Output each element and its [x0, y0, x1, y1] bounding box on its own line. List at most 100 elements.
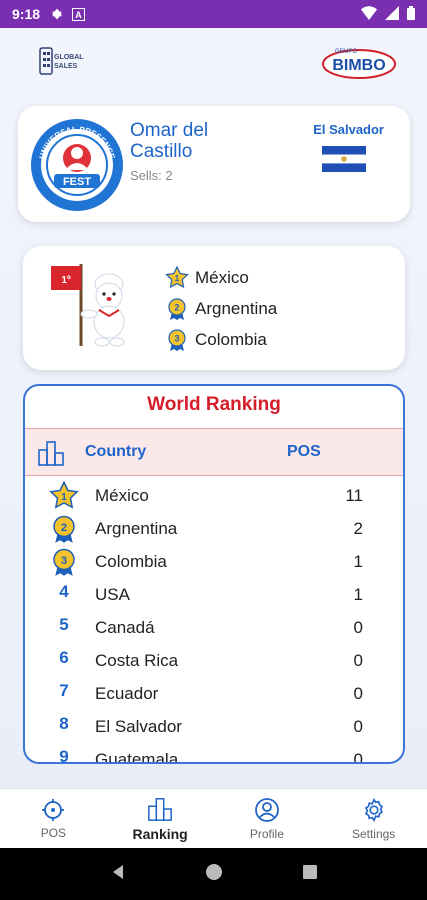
row-pos: 0: [353, 750, 363, 764]
nav-pos[interactable]: POS: [0, 789, 107, 848]
header: GLOBAL SALES GRUPO BIMBO: [0, 28, 427, 98]
podium-card: 1º 1 México 2 Argnentina 3 Colombia: [23, 246, 405, 370]
row-rank: 7: [59, 681, 69, 700]
podium-country: México: [195, 267, 249, 287]
row-pos: 2: [353, 519, 363, 538]
world-ranking-card: World Ranking Country POS 1 México 11 2 …: [23, 384, 405, 764]
badge-bottom-text: FEST: [63, 176, 91, 188]
wifi-icon: [361, 5, 377, 23]
signal-icon: [385, 5, 399, 23]
row-country: Costa Rica: [95, 651, 179, 670]
table-row: 2 Argnentina 2: [25, 513, 403, 546]
gear-icon: [50, 7, 64, 21]
svg-text:GLOBAL: GLOBAL: [54, 54, 84, 61]
podium-country: Argnentina: [195, 298, 278, 318]
notification-a-icon: A: [72, 7, 86, 21]
row-country: Guatemala: [95, 750, 179, 764]
silver-medal-icon: 2: [49, 514, 79, 549]
row-country: México: [95, 486, 149, 505]
user-name: Omar del Castillo: [130, 120, 209, 162]
row-rank: 4: [59, 582, 69, 601]
silver-medal-icon: 2: [165, 297, 189, 321]
bronze-medal-icon: 3: [165, 328, 189, 352]
podium-country: Colombia: [195, 329, 267, 349]
status-bar: 9:18 A: [0, 0, 427, 28]
recents-icon[interactable]: [302, 864, 318, 885]
svg-text:BIMBO: BIMBO: [332, 57, 385, 74]
podium-item: 3 Colombia: [165, 324, 277, 355]
nav-pos-label: POS: [40, 825, 67, 840]
user-circle-icon: [254, 797, 279, 822]
row-pos: 0: [353, 651, 363, 670]
app-content: GLOBAL SALES GRUPO BIMBO FEST UNIVERSAL …: [0, 28, 427, 788]
ranking-title: World Ranking: [147, 394, 281, 415]
svg-text:2: 2: [61, 522, 67, 534]
podium-list: 1 México 2 Argnentina 3 Colombia: [165, 262, 277, 355]
table-row: 3 Colombia 1: [25, 546, 403, 579]
profile-card: FEST UNIVERSAL PRESENCE Omar del Castill…: [18, 106, 410, 222]
row-rank: 9: [59, 747, 69, 764]
svg-text:GRUPO: GRUPO: [335, 49, 357, 55]
row-country: Canadá: [95, 618, 155, 637]
table-row: 6 Costa Rica 0: [25, 645, 403, 678]
table-row: 4 USA 1: [25, 579, 403, 612]
buildings-icon: [148, 797, 173, 821]
gold-star-medal-icon: 1: [165, 265, 189, 290]
status-time: 9:18: [12, 6, 41, 22]
row-country: Argnentina: [95, 519, 178, 538]
back-icon[interactable]: [109, 863, 127, 886]
row-country: El Salvador: [95, 717, 182, 736]
podium-item: 2 Argnentina: [165, 293, 277, 324]
row-pos: 0: [353, 684, 363, 703]
global-sales-logo: GLOBAL SALES: [38, 44, 96, 78]
svg-text:2: 2: [174, 302, 179, 312]
nav-profile-label: Profile: [249, 826, 284, 841]
nav-settings-label: Settings: [351, 826, 396, 841]
nav-ranking[interactable]: Ranking: [107, 789, 214, 848]
header-country: Country: [85, 443, 147, 460]
podium-item: 1 México: [165, 262, 277, 293]
nav-profile[interactable]: Profile: [214, 789, 321, 848]
ranking-table-header: Country POS: [25, 428, 403, 476]
buildings-icon: [37, 440, 65, 471]
svg-text:1: 1: [175, 274, 180, 283]
svg-text:SALES: SALES: [54, 63, 78, 70]
bimbo-logo: GRUPO BIMBO: [321, 42, 397, 87]
row-rank: 5: [59, 615, 69, 634]
table-row: 7 Ecuador 0: [25, 678, 403, 711]
nav-settings[interactable]: Settings: [320, 789, 427, 848]
bottom-navigation: POS Ranking Profile Settings: [0, 788, 427, 848]
row-rank: 6: [59, 648, 69, 667]
row-pos: 11: [345, 486, 363, 505]
el-salvador-flag-icon: [322, 146, 366, 172]
mascot-with-flag-icon: 1º: [47, 258, 147, 355]
svg-text:A: A: [75, 10, 82, 20]
home-icon[interactable]: [205, 863, 223, 886]
header-pos: POS: [287, 443, 321, 460]
row-country: Colombia: [95, 552, 167, 571]
row-country: USA: [95, 585, 130, 604]
row-country: Ecuador: [95, 684, 159, 703]
row-rank: 8: [59, 714, 69, 733]
table-row: 8 El Salvador 0: [25, 711, 403, 744]
svg-text:3: 3: [174, 333, 179, 343]
row-pos: 1: [353, 585, 363, 604]
system-navigation-bar: [0, 848, 427, 900]
user-sells: Sells: 2: [130, 168, 173, 183]
user-country: El Salvador: [313, 122, 384, 137]
table-row: 5 Canadá 0: [25, 612, 403, 645]
svg-text:1: 1: [61, 492, 67, 503]
row-pos: 0: [353, 618, 363, 637]
mascot-flag-label: 1º: [61, 275, 71, 286]
crosshair-icon: [42, 798, 65, 821]
svg-text:3: 3: [61, 555, 67, 567]
nav-ranking-label: Ranking: [132, 825, 188, 842]
table-row: 9 Guatemala 0: [25, 744, 403, 764]
ranking-rows: 1 México 11 2 Argnentina 2 3 Colombia 1: [25, 480, 403, 764]
row-pos: 1: [353, 552, 363, 571]
row-pos: 0: [353, 717, 363, 736]
bronze-medal-icon: 3: [49, 547, 79, 582]
universal-presence-fest-badge: FEST UNIVERSAL PRESENCE: [30, 118, 124, 217]
gear-icon: [364, 797, 383, 822]
gold-star-medal-icon: 1: [49, 480, 79, 516]
